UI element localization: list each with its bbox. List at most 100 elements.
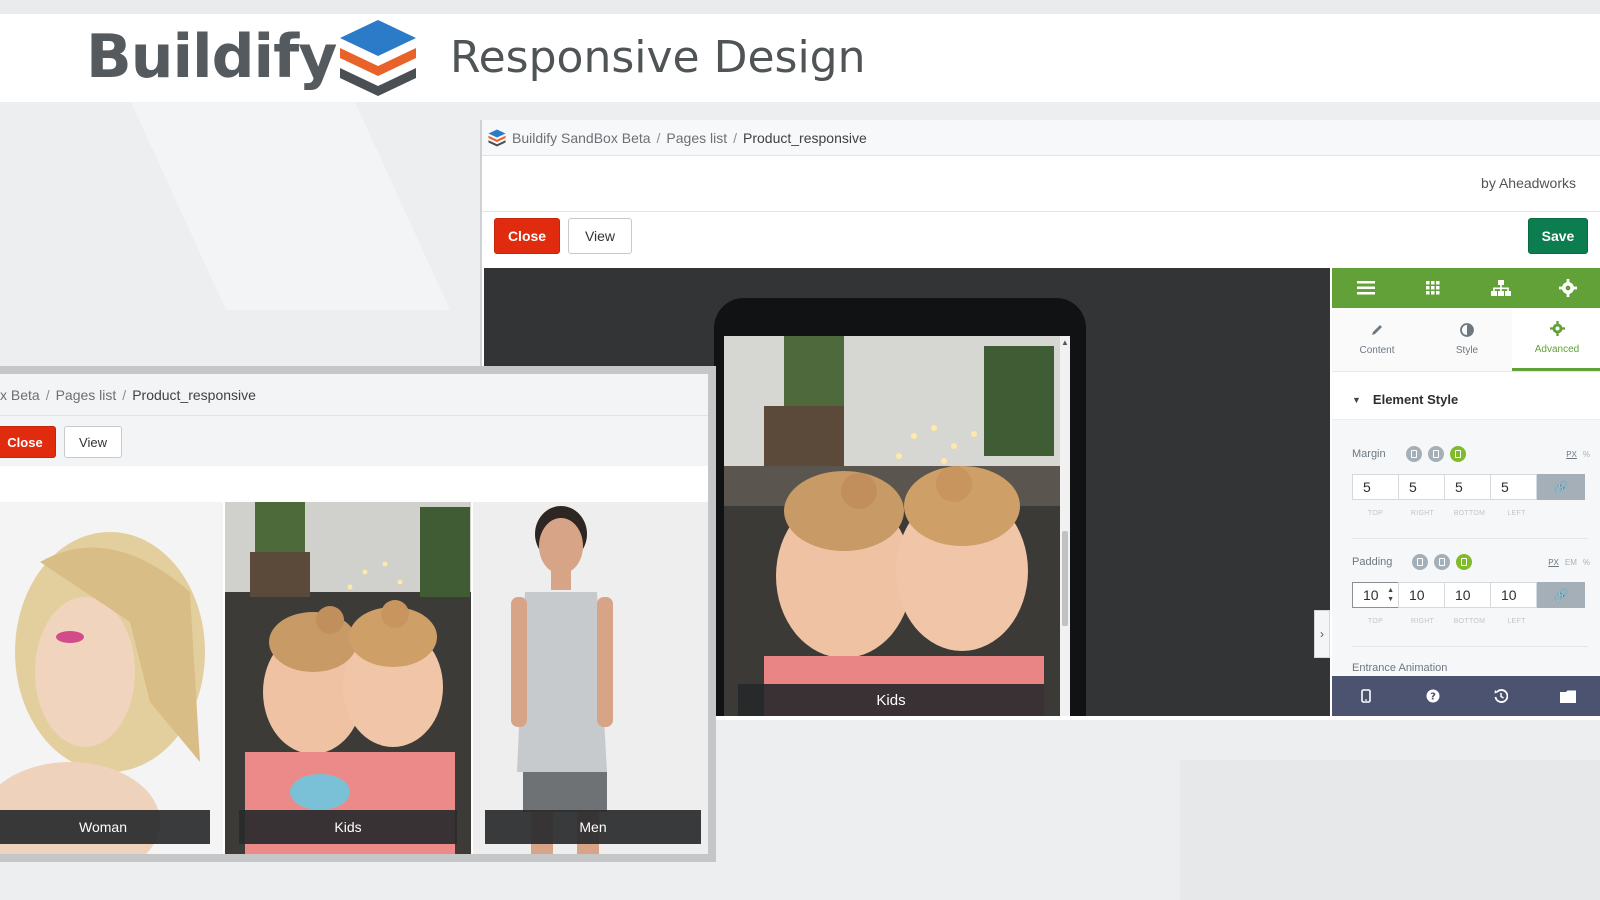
grid-icon[interactable] [1400,268,1468,308]
contrast-icon [1460,323,1474,337]
breadcrumb-current: Product_responsive [132,386,256,403]
side-label: BOTTOM [1453,618,1486,625]
unit-switcher: PX % [1566,450,1590,459]
side-label: LEFT [1507,510,1526,517]
unit-px[interactable]: PX [1566,450,1577,459]
close-button[interactable]: Close [494,218,560,254]
caret-down-icon: ▼ [1352,394,1361,405]
section-header[interactable]: ▼ Element Style [1332,380,1600,420]
scrollbar-thumb[interactable] [1062,531,1068,626]
padding-left-input[interactable]: 10 [1490,582,1537,608]
mobile-icon[interactable] [1332,676,1400,716]
padding-right-input[interactable]: 10 [1398,582,1445,608]
padding-side-labels: TOP RIGHT BOTTOM LEFT [1352,618,1544,625]
tablet-icon[interactable] [1428,446,1444,462]
brand-name: Buildify [86,22,337,92]
mobile-device-frame: ▲ Kids [714,298,1086,716]
action-bar: Close View Save [482,212,1600,264]
breadcrumb-link[interactable]: Pages list [56,387,117,403]
side-label: BOTTOM [1453,510,1486,517]
margin-label: Margin [1352,448,1386,460]
tab-style[interactable]: Style [1422,308,1512,371]
chevron-right-icon: › [1320,627,1324,641]
scrollbar[interactable]: ▲ [1060,336,1070,716]
background-strip [0,0,1600,14]
background-shape [130,100,450,310]
desktop-preview-content: x Beta / Pages list / Product_responsive… [0,374,708,854]
padding-bottom-input[interactable]: 10 [1444,582,1491,608]
margin-left-input[interactable]: 5 [1490,474,1537,500]
padding-label: Padding [1352,556,1393,568]
side-label: RIGHT [1410,510,1435,517]
banner: Buildify Responsive Design [0,14,1600,102]
desktop-icon[interactable] [1406,446,1422,462]
collapse-panel-button[interactable]: › [1314,610,1330,658]
breadcrumb-separator: / [733,129,738,146]
background-shape [1180,760,1600,900]
editor-panel: Content Style Advanced ▼ Element Style M… [1332,268,1600,716]
link-values-icon[interactable]: 🔗 [1537,474,1585,500]
tab-content[interactable]: Content [1332,308,1422,371]
device-switcher [1406,446,1466,462]
breadcrumb-link[interactable]: Buildify SandBox Beta [512,130,651,146]
unit-em[interactable]: EM [1565,558,1577,567]
margin-top-input[interactable]: 5 [1352,474,1399,500]
view-button[interactable]: View [64,426,122,458]
save-button[interactable]: Save [1528,218,1588,254]
help-icon[interactable]: ? [1400,676,1468,716]
stepper-icon[interactable]: ▲ ▼ [1387,586,1394,604]
kids-photo [225,502,471,854]
page-spacer [0,466,708,502]
breadcrumb-separator: / [122,386,127,403]
scroll-up-icon[interactable]: ▲ [1061,338,1069,347]
mobile-icon[interactable] [1456,554,1472,570]
buildify-logo-icon [488,128,506,147]
unit-percent[interactable]: % [1583,450,1590,459]
kids-photo [724,336,1060,716]
mobile-icon[interactable] [1450,446,1466,462]
link-values-icon[interactable]: 🔗 [1537,582,1585,608]
men-photo [473,502,708,854]
folder-icon[interactable] [1535,676,1600,716]
divider [1352,538,1588,539]
tab-label: Content [1359,345,1395,356]
sitemap-icon[interactable] [1467,268,1535,308]
padding-top-input[interactable]: 10 ▲ ▼ [1352,582,1399,608]
panel-tabs: Content Style Advanced [1332,308,1600,372]
side-label: TOP [1367,618,1384,625]
tab-advanced[interactable]: Advanced [1512,308,1600,371]
close-button[interactable]: Close [0,426,56,458]
breadcrumb: Buildify SandBox Beta / Pages list / Pro… [482,120,1600,156]
category-caption: Men [485,810,701,844]
category-tile-woman[interactable]: Woman [0,502,223,854]
category-grid: Woman Kids Men [0,502,708,854]
margin-bottom-input[interactable]: 5 [1444,474,1491,500]
mobile-screen: ▲ Kids [724,336,1070,716]
byline: by Aheadworks [1481,175,1576,191]
desktop-icon[interactable] [1412,554,1428,570]
image-caption: Kids [738,684,1044,716]
tablet-icon[interactable] [1434,554,1450,570]
margin-right-input[interactable]: 5 [1398,474,1445,500]
unit-percent[interactable]: % [1583,558,1590,567]
unit-px[interactable]: PX [1548,558,1559,567]
history-icon[interactable] [1467,676,1535,716]
side-label: LEFT [1507,618,1526,625]
breadcrumb-link[interactable]: x Beta [0,387,40,403]
breadcrumb-link[interactable]: Pages list [666,130,727,146]
margin-side-labels: TOP RIGHT BOTTOM LEFT [1352,510,1544,517]
divider [1352,646,1588,647]
view-button[interactable]: View [568,218,632,254]
margin-inputs: 5 5 5 5 🔗 [1352,474,1588,500]
category-caption: Woman [0,810,210,844]
menu-icon[interactable] [1332,268,1400,308]
padding-top-value: 10 [1363,587,1379,603]
gear-icon [1549,321,1565,336]
device-switcher [1412,554,1472,570]
settings-icon[interactable] [1535,268,1600,308]
buildify-logo-icon [340,20,416,96]
unit-switcher: PX EM % [1548,558,1590,567]
category-tile-men[interactable]: Men [473,502,708,854]
side-label: TOP [1367,510,1384,517]
category-tile-kids[interactable]: Kids [225,502,471,854]
